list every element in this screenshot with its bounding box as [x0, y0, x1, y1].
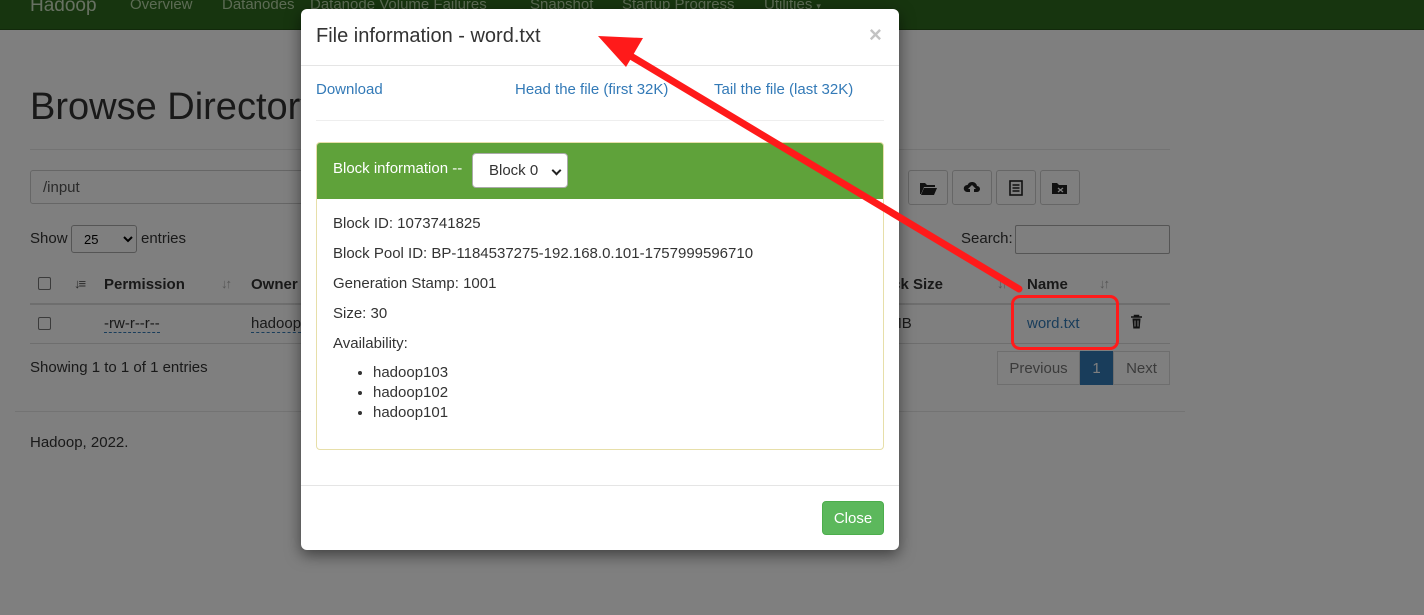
download-link[interactable]: Download: [316, 81, 383, 98]
modal-title: File information - word.txt: [316, 25, 541, 47]
list-item: hadoop101: [373, 403, 448, 423]
chevron-down-icon: [551, 165, 562, 176]
generation-stamp: Generation Stamp: 1001: [333, 275, 497, 292]
tail-file-link[interactable]: Tail the file (last 32K): [714, 81, 853, 98]
close-icon[interactable]: ×: [869, 22, 882, 48]
availability-list: hadoop103 hadoop102 hadoop101: [333, 363, 448, 423]
block-id: Block ID: 1073741825: [333, 215, 481, 232]
divider: [301, 485, 899, 486]
divider: [301, 65, 899, 66]
annotation-highlight-box: [1011, 295, 1119, 350]
panel-heading: Block information -- Block 0: [317, 143, 883, 199]
block-information-panel: Block information -- Block 0 Block ID: 1…: [316, 142, 884, 450]
block-pool-id: Block Pool ID: BP-1184537275-192.168.0.1…: [333, 245, 754, 262]
list-item: hadoop103: [373, 363, 448, 383]
divider: [316, 120, 884, 121]
block-select-value: Block 0: [489, 162, 539, 179]
block-size: Size: 30: [333, 305, 388, 322]
block-select[interactable]: Block 0: [472, 153, 568, 188]
block-information-label: Block information --: [333, 160, 463, 177]
head-file-link[interactable]: Head the file (first 32K): [515, 81, 668, 98]
close-button[interactable]: Close: [822, 501, 884, 535]
file-information-modal: File information - word.txt × Download H…: [301, 9, 899, 550]
list-item: hadoop102: [373, 383, 448, 403]
availability-label: Availability:: [333, 335, 408, 352]
